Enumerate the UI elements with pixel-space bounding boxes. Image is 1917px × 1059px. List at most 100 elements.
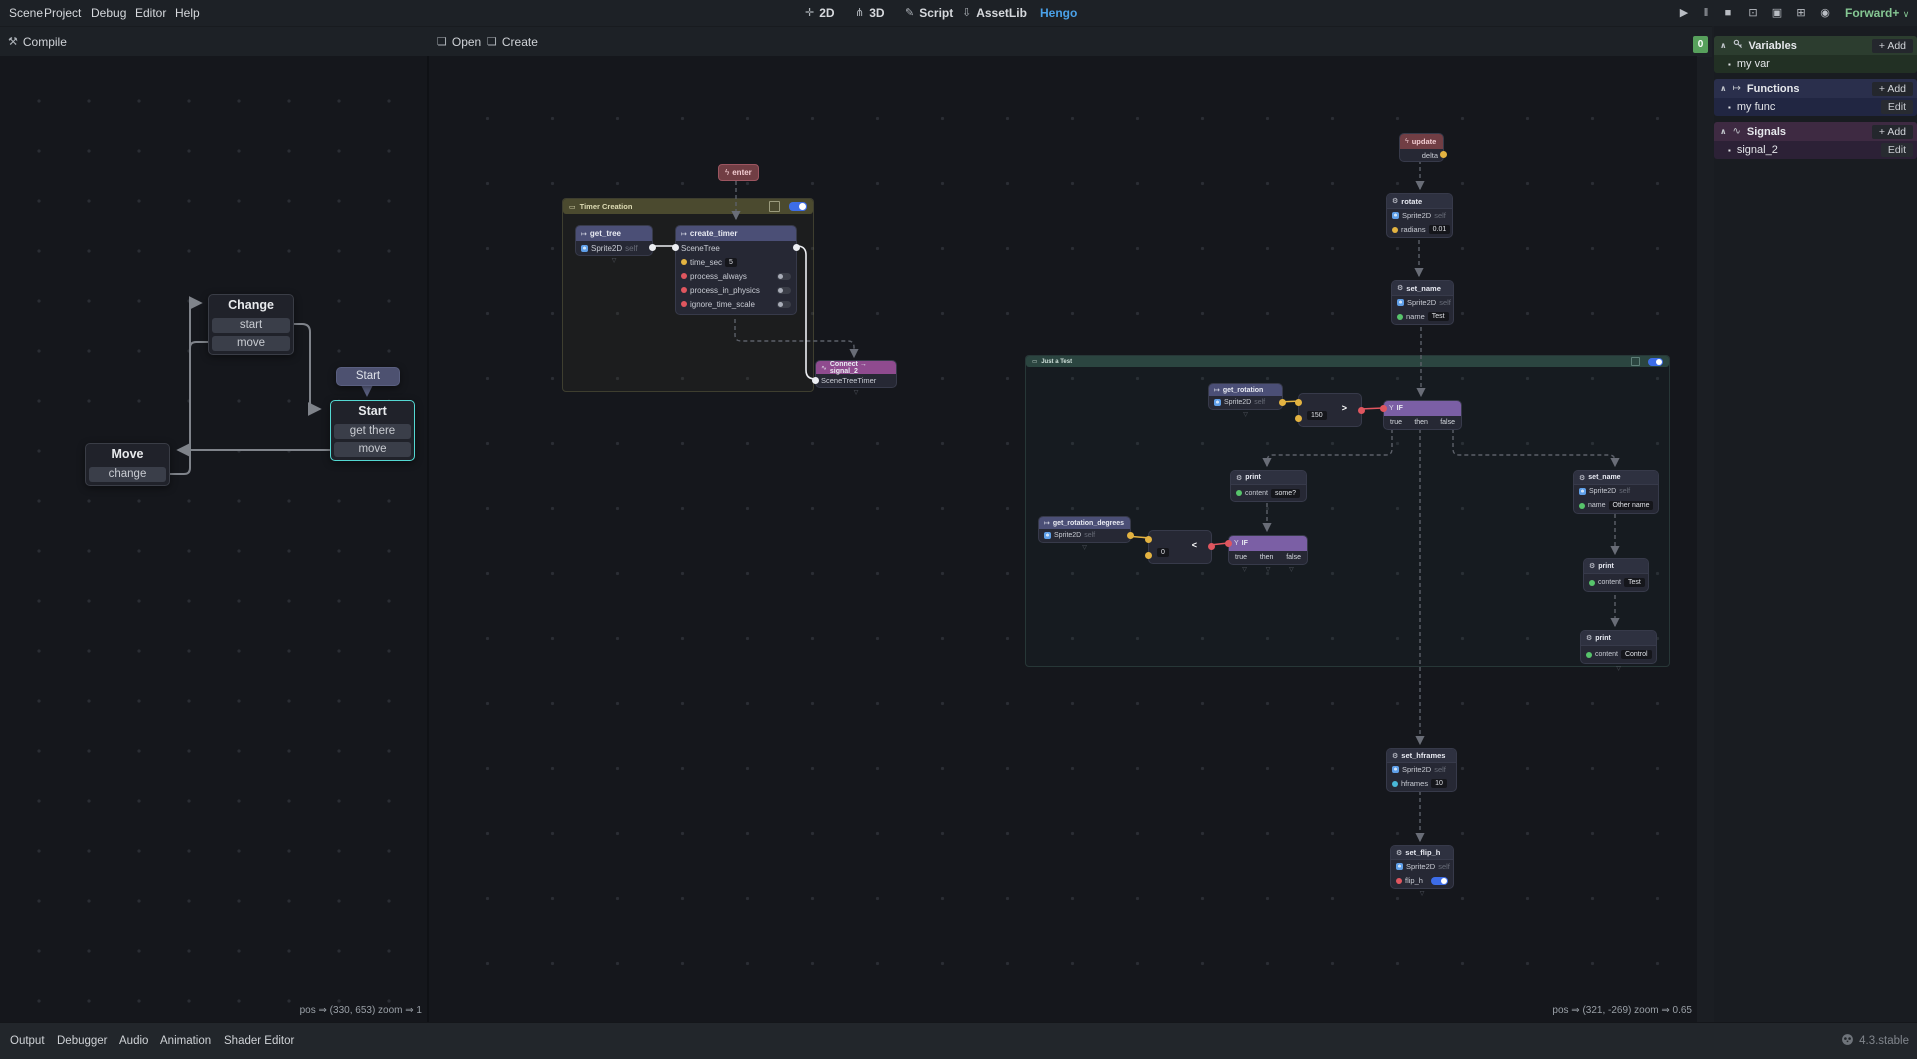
expand-icon[interactable]: ▽ — [1420, 890, 1425, 897]
node-if-1[interactable]: Y IF true then false — [1383, 400, 1462, 430]
float-pin[interactable] — [681, 259, 687, 265]
output-pin[interactable] — [1279, 399, 1286, 406]
string-pin[interactable] — [1586, 652, 1592, 658]
state-event-row[interactable]: move — [212, 336, 290, 351]
expand-icon[interactable]: ▽ — [1243, 411, 1248, 418]
node-create-timer[interactable]: ↦ create_timer SceneTree time_sec 5 proc… — [675, 225, 797, 315]
bool-toggle[interactable] — [1431, 877, 1448, 885]
expand-icon[interactable]: ▽ — [854, 389, 859, 396]
tab-audio[interactable]: Audio — [119, 1023, 148, 1059]
variables-header[interactable]: ∧ Variables + Add — [1714, 36, 1917, 55]
branch-then-pin[interactable]: then — [1260, 554, 1274, 561]
play-scene-button[interactable]: ▣ — [1768, 0, 1786, 26]
pause-button[interactable]: ‖ — [1698, 0, 1714, 26]
value-field[interactable]: 10 — [1431, 779, 1447, 788]
node-get-rotation[interactable]: ↦ get_rotation Sprite2D self ▽ — [1208, 383, 1283, 410]
function-item[interactable]: ▪ my func Edit — [1714, 98, 1917, 116]
stop-button[interactable]: ■ — [1720, 0, 1736, 26]
bool-toggle[interactable] — [777, 287, 791, 294]
input-pin[interactable] — [812, 377, 819, 384]
value-field[interactable]: 0 — [1157, 548, 1169, 557]
node-get-rotation-degrees[interactable]: ↦ get_rotation_degrees Sprite2D self ▽ — [1038, 516, 1131, 543]
signals-header[interactable]: ∧ ∿ Signals + Add — [1714, 122, 1917, 141]
value-field[interactable]: 5 — [725, 258, 737, 267]
node-greater-than[interactable]: 150 > — [1298, 393, 1362, 427]
node-set-hframes[interactable]: ⚙ set_hframes Sprite2D self hframes 10 — [1386, 748, 1457, 792]
edit-function-button[interactable]: Edit — [1881, 100, 1913, 114]
output-pin[interactable] — [1440, 151, 1447, 158]
expand-icon[interactable]: ▽ — [1082, 544, 1087, 551]
string-pin[interactable] — [1397, 314, 1403, 320]
string-pin[interactable] — [1579, 503, 1585, 509]
branch-true-pin[interactable]: true — [1235, 554, 1247, 561]
value-field[interactable]: some? — [1271, 489, 1300, 498]
node-connect-signal[interactable]: ∿ Connect → signal_2 SceneTreeTimer ▽ — [815, 360, 897, 388]
compile-button[interactable]: ⚒Compile — [8, 27, 67, 57]
node-set-name-2[interactable]: ⚙ set_name Sprite2D self name Other name — [1573, 470, 1659, 514]
workspace-script[interactable]: ✎Script — [905, 0, 953, 26]
tab-shader-editor[interactable]: Shader Editor — [224, 1023, 294, 1059]
bool-toggle[interactable] — [777, 273, 791, 280]
add-function-button[interactable]: + Add — [1872, 82, 1913, 96]
tab-output[interactable]: Output — [10, 1023, 45, 1059]
variable-item[interactable]: ▪ my var — [1714, 55, 1917, 73]
node-update[interactable]: ϟ update delta — [1399, 133, 1444, 162]
collapse-icon[interactable]: ∧ — [1720, 84, 1727, 93]
workspace-hengo[interactable]: Hengo — [1040, 0, 1077, 26]
tab-debugger[interactable]: Debugger — [57, 1023, 108, 1059]
workspace-2d[interactable]: ✛2D — [805, 0, 835, 26]
state-node-change[interactable]: Change start move — [208, 294, 294, 355]
add-variable-button[interactable]: + Add — [1872, 39, 1913, 53]
node-print-2[interactable]: ⚙ print content Test — [1583, 558, 1649, 592]
input-pin[interactable] — [1295, 399, 1302, 406]
workspace-3d[interactable]: ⋔3D — [855, 0, 885, 26]
bool-pin[interactable] — [681, 301, 687, 307]
bool-pin[interactable] — [1396, 878, 1402, 884]
node-less-than[interactable]: 0 < — [1148, 530, 1212, 564]
node-if-2[interactable]: Y IF true then false ▽ ▽ ▽ — [1228, 535, 1308, 565]
add-signal-button[interactable]: + Add — [1872, 125, 1913, 139]
menu-help[interactable]: Help — [166, 0, 209, 26]
graph-canvas[interactable]: ▭ Timer Creation ▭ Just a Test — [429, 56, 1697, 1022]
state-machine-canvas[interactable]: Change start move Start Start get there … — [0, 56, 427, 1022]
state-event-row[interactable]: change — [89, 467, 166, 482]
collapse-icon[interactable]: ∧ — [1720, 41, 1727, 50]
remote-debug-button[interactable]: ⊡ — [1744, 0, 1762, 26]
node-set-name[interactable]: ⚙ set_name Sprite2D self name Test — [1391, 280, 1454, 325]
branch-false-pin[interactable]: false — [1286, 554, 1301, 561]
state-node-start[interactable]: Start get there move — [330, 400, 415, 461]
output-pin[interactable] — [649, 244, 656, 251]
state-node-move[interactable]: Move change — [85, 443, 170, 486]
state-event-row[interactable]: get there — [334, 424, 411, 439]
value-field[interactable]: Test — [1428, 312, 1449, 321]
start-entry-button[interactable]: Start — [336, 367, 400, 386]
movie-maker-button[interactable]: ◉ — [1816, 0, 1834, 26]
play-button[interactable]: ▶ — [1676, 0, 1692, 26]
branch-true-pin[interactable]: true — [1390, 419, 1402, 426]
tab-animation[interactable]: Animation — [160, 1023, 211, 1059]
branch-false-pin[interactable]: false — [1440, 419, 1455, 426]
signal-item[interactable]: ▪ signal_2 Edit — [1714, 141, 1917, 159]
renderer-select[interactable]: Forward+ ∨ — [1845, 0, 1909, 26]
value-field[interactable]: Other name — [1609, 501, 1654, 510]
input-pin[interactable] — [672, 244, 679, 251]
output-pin[interactable] — [1208, 543, 1215, 550]
input-pin[interactable] — [1380, 405, 1387, 412]
output-pin[interactable] — [793, 244, 800, 251]
expand-icon[interactable]: ▽ — [612, 257, 617, 264]
expand-icon[interactable]: ▽ — [1242, 566, 1247, 573]
play-custom-scene-button[interactable]: ⊞ — [1792, 0, 1810, 26]
value-field[interactable]: 0.01 — [1429, 225, 1451, 234]
int-pin[interactable] — [1392, 781, 1398, 787]
output-pin[interactable] — [1358, 407, 1365, 414]
state-event-row[interactable]: move — [334, 442, 411, 457]
collapse-icon[interactable]: ∧ — [1720, 127, 1727, 136]
create-button[interactable]: ❏Create — [487, 27, 538, 57]
value-field[interactable]: Control — [1621, 650, 1652, 659]
node-enter[interactable]: ϟ enter — [718, 164, 759, 181]
node-set-flip-h[interactable]: ⚙ set_flip_h Sprite2D self flip_h ▽ — [1390, 845, 1454, 889]
output-pin[interactable] — [1127, 532, 1134, 539]
bool-pin[interactable] — [681, 287, 687, 293]
functions-header[interactable]: ∧ ↦ Functions + Add — [1714, 79, 1917, 98]
string-pin[interactable] — [1589, 580, 1595, 586]
